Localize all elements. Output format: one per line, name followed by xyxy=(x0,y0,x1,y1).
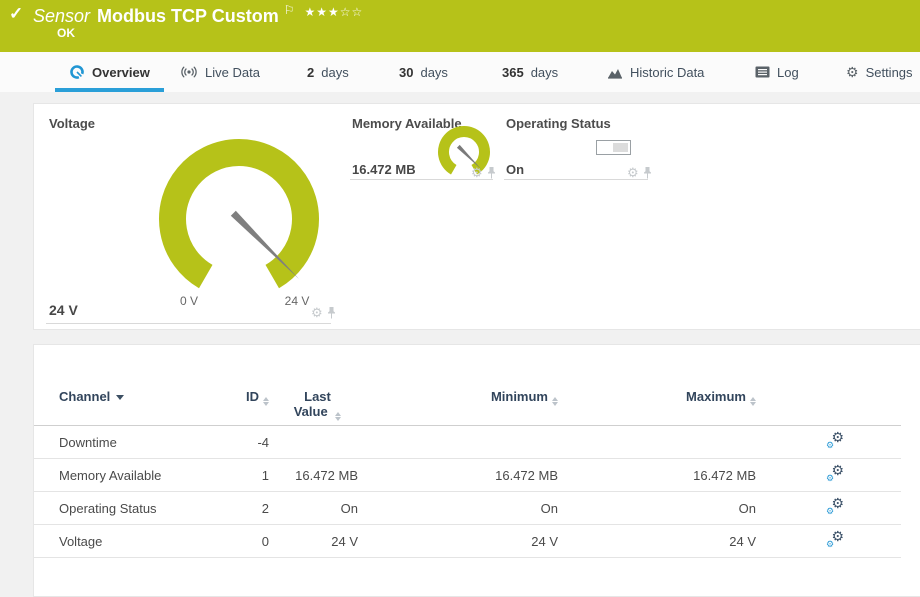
tab-label: days xyxy=(531,65,558,80)
sensor-header: ✓ Sensor Modbus TCP Custom ⚐ ★★★☆☆ OK xyxy=(0,0,920,52)
divider xyxy=(504,179,648,180)
tab-label: Settings xyxy=(866,65,913,80)
channel-name: Downtime xyxy=(59,435,219,450)
settings-gear-icon: ⚙ xyxy=(846,65,859,79)
channel-id: 1 xyxy=(219,468,269,483)
active-tab-underline xyxy=(55,88,164,92)
channel-name: Operating Status xyxy=(59,501,219,516)
channel-table: Channel ID Last Value Minimum Maximum xyxy=(34,385,901,558)
divider xyxy=(46,323,331,324)
pin-icon[interactable] xyxy=(327,307,336,319)
page-title: Modbus TCP Custom xyxy=(97,6,279,26)
priority-stars[interactable]: ★★★☆☆ xyxy=(304,5,363,19)
tab-number: 30 xyxy=(399,65,413,80)
gauge-icon xyxy=(69,64,85,80)
sort-icon xyxy=(335,412,341,421)
maximum-value: 16.472 MB xyxy=(558,468,756,483)
maximum-value: On xyxy=(558,501,756,516)
sort-desc-caret-icon xyxy=(116,395,124,400)
sort-icon xyxy=(750,397,756,406)
minimum-value: 24 V xyxy=(358,534,558,549)
status-ok-check-icon: ✓ xyxy=(9,4,23,24)
voltage-gauge-actions: ⚙ xyxy=(311,306,336,319)
channel-table-panel: Channel ID Last Value Minimum Maximum xyxy=(33,344,920,597)
tab-number: 365 xyxy=(502,65,524,80)
channel-id: -4 xyxy=(219,435,269,450)
tab-label: days xyxy=(321,65,348,80)
channel-id: 2 xyxy=(219,501,269,516)
channel-settings-icon[interactable]: ⚙⚙ xyxy=(826,498,844,515)
tab-live-data[interactable]: Live Data xyxy=(180,52,260,92)
tab-30-days[interactable]: 30 days xyxy=(399,52,448,92)
pin-icon[interactable] xyxy=(643,167,652,179)
channel-settings-icon[interactable]: ⚙⚙ xyxy=(826,432,844,449)
voltage-gauge-title: Voltage xyxy=(49,116,95,131)
column-header-id[interactable]: ID xyxy=(219,389,269,406)
tab-label: Overview xyxy=(92,65,150,80)
tab-settings[interactable]: ⚙ Settings xyxy=(846,52,913,92)
operating-status-switch xyxy=(596,140,631,155)
tab-number: 2 xyxy=(307,65,314,80)
flag-icon[interactable]: ⚐ xyxy=(284,3,295,17)
prtg-sensor-page: ✓ Sensor Modbus TCP Custom ⚐ ★★★☆☆ OK Overv… xyxy=(0,0,920,597)
gear-icon[interactable]: ⚙ xyxy=(311,306,323,319)
column-header-channel[interactable]: Channel xyxy=(59,389,219,404)
voltage-gauge xyxy=(149,131,329,301)
status-badge: OK xyxy=(57,26,75,40)
table-row-voltage: Voltage 0 24 V 24 V 24 V ⚙⚙ xyxy=(34,525,901,558)
sensor-title-row: Sensor Modbus TCP Custom ⚐ ★★★☆☆ xyxy=(33,3,363,27)
log-icon xyxy=(755,66,770,78)
gear-icon[interactable]: ⚙ xyxy=(627,166,639,179)
tab-historic-data[interactable]: Historic Data xyxy=(607,52,704,92)
tab-overview[interactable]: Overview xyxy=(69,52,150,92)
memory-gauge-actions: ⚙ xyxy=(471,166,496,179)
tab-label: Historic Data xyxy=(630,65,704,80)
column-header-last-value[interactable]: Last Value xyxy=(269,389,358,421)
table-row-memory-available: Memory Available 1 16.472 MB 16.472 MB 1… xyxy=(34,459,901,492)
operating-status-value: On xyxy=(506,162,524,177)
tab-label: Live Data xyxy=(205,65,260,80)
divider xyxy=(350,179,493,180)
table-row-operating-status: Operating Status 2 On On On ⚙⚙ xyxy=(34,492,901,525)
channel-name: Voltage xyxy=(59,534,219,549)
maximum-value: 24 V xyxy=(558,534,756,549)
last-value: On xyxy=(269,501,358,516)
minimum-value: On xyxy=(358,501,558,516)
minimum-value: 16.472 MB xyxy=(358,468,558,483)
voltage-scale-min: 0 V xyxy=(167,294,211,308)
gear-icon[interactable]: ⚙ xyxy=(471,166,483,179)
channel-settings-icon[interactable]: ⚙⚙ xyxy=(826,531,844,548)
tab-label: Log xyxy=(777,65,799,80)
channel-name: Memory Available xyxy=(59,468,219,483)
live-data-icon xyxy=(180,65,198,79)
memory-current-value: 16.472 MB xyxy=(352,162,416,177)
channel-settings-icon[interactable]: ⚙⚙ xyxy=(826,465,844,482)
channel-id: 0 xyxy=(219,534,269,549)
last-value: 16.472 MB xyxy=(269,468,358,483)
tab-2-days[interactable]: 2 days xyxy=(307,52,349,92)
column-header-maximum[interactable]: Maximum xyxy=(558,389,756,406)
column-header-minimum[interactable]: Minimum xyxy=(358,389,558,406)
tab-bar: Overview Live Data 2 days 30 days 365 da… xyxy=(0,52,920,92)
historic-data-icon xyxy=(607,66,623,79)
object-kind-label: Sensor xyxy=(33,6,90,26)
tab-label: days xyxy=(420,65,447,80)
table-row-downtime: Downtime -4 ⚙⚙ xyxy=(34,426,901,459)
switch-knob xyxy=(613,143,628,152)
channel-table-header: Channel ID Last Value Minimum Maximum xyxy=(34,385,901,426)
tab-log[interactable]: Log xyxy=(755,52,799,92)
operating-status-actions: ⚙ xyxy=(627,166,652,179)
voltage-current-value: 24 V xyxy=(49,302,78,318)
gauges-panel: Voltage 0 V 24 V 24 V ⚙ Memory Available… xyxy=(33,103,920,330)
operating-status-title: Operating Status xyxy=(506,116,611,131)
last-value: 24 V xyxy=(269,534,358,549)
pin-icon[interactable] xyxy=(487,167,496,179)
tab-365-days[interactable]: 365 days xyxy=(502,52,558,92)
